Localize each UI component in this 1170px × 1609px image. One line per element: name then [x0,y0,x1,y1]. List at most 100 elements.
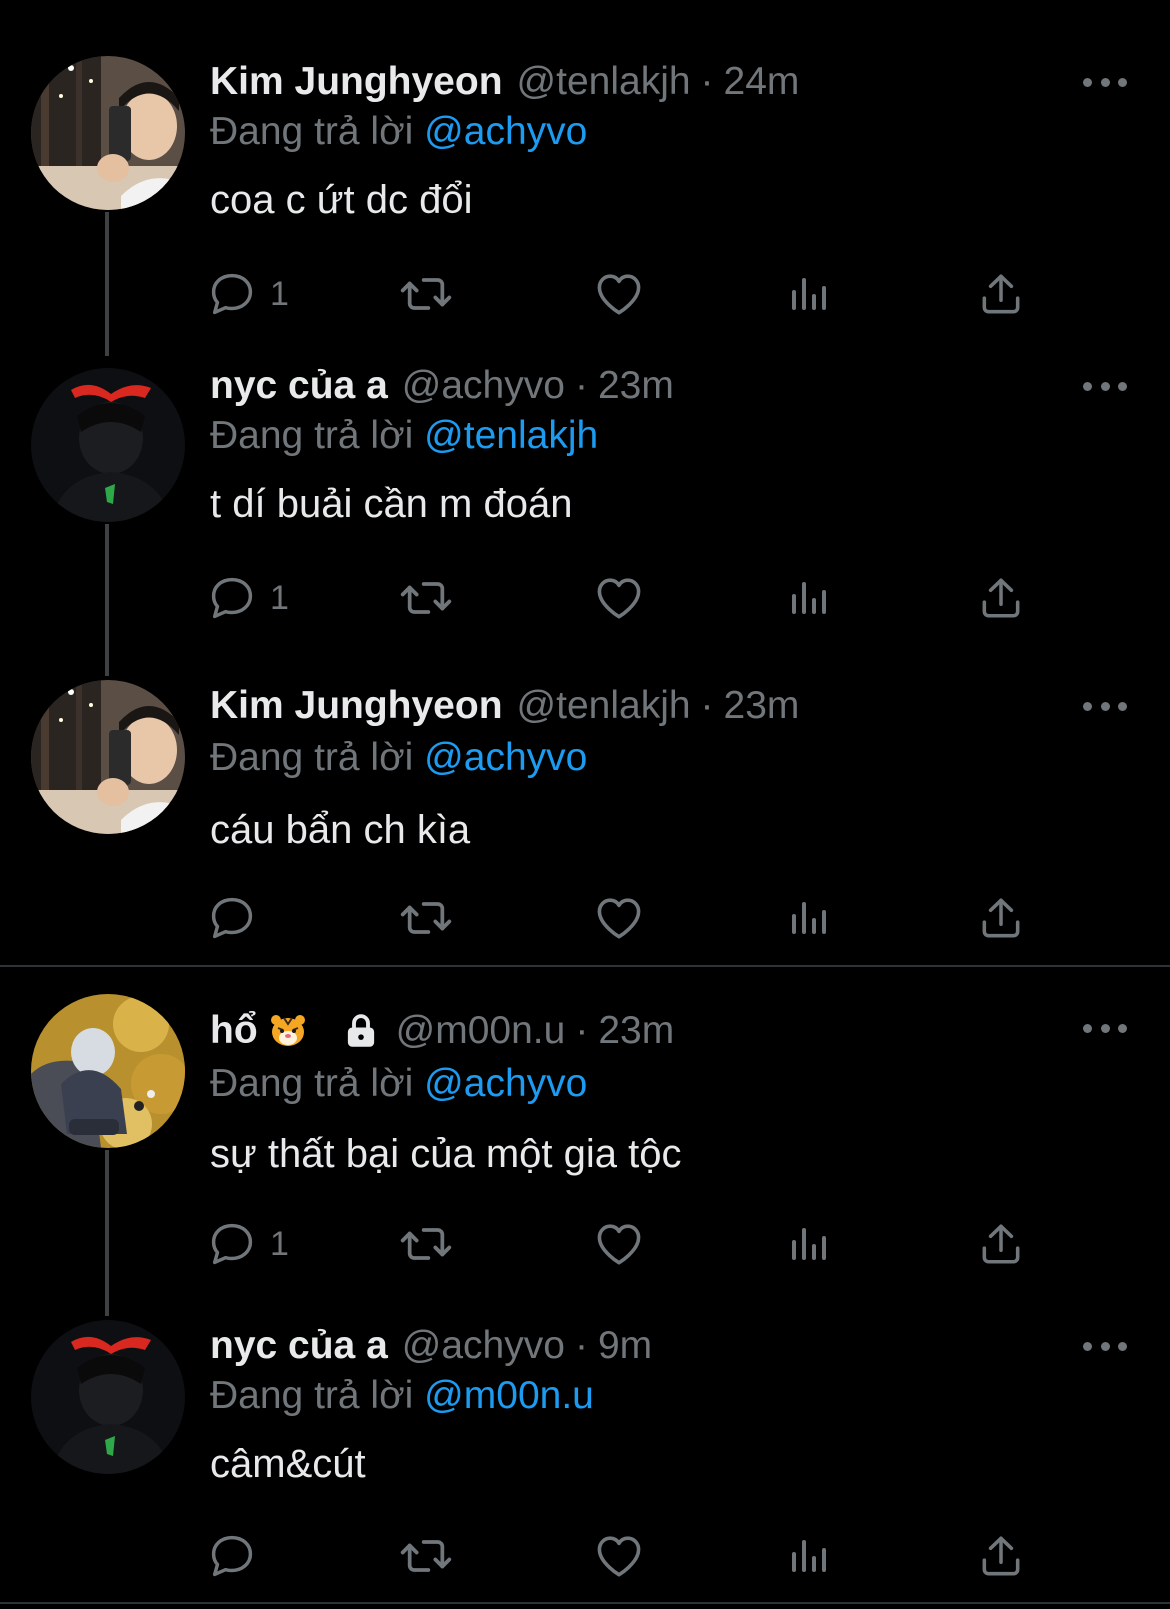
replying-to: Đang trả lời @achyvo [210,736,587,780]
replying-to-prefix: Đang trả lời [210,1062,414,1105]
views-icon [784,1530,832,1582]
thread-connector-line [105,1150,109,1316]
views-button[interactable] [784,266,832,322]
mention-link[interactable]: @achyvo [424,736,587,779]
more-options-icon[interactable] [1083,72,1127,92]
heart-icon [592,571,646,625]
avatar[interactable] [31,680,185,834]
avatar[interactable] [31,56,185,210]
share-icon [976,893,1026,943]
avatar[interactable] [31,368,185,522]
like-button[interactable] [592,570,646,626]
like-button[interactable] [592,1528,646,1584]
timestamp[interactable]: 23m [598,364,674,408]
reply-icon [206,1218,258,1270]
like-button[interactable] [592,266,646,322]
mention-link[interactable]: @m00n.u [424,1374,594,1417]
heart-icon [592,1217,646,1271]
timestamp[interactable]: 23m [724,684,800,728]
views-button[interactable] [784,1216,832,1272]
avatar[interactable] [31,1320,185,1474]
replying-to: Đang trả lời @tenlakjh [210,414,598,458]
display-name[interactable]: nyc của a [210,364,388,408]
like-button[interactable] [592,1216,646,1272]
action-bar: 1 [210,266,1040,322]
display-name[interactable]: Kim Junghyeon [210,60,503,104]
share-button[interactable] [976,266,1026,322]
retweet-button[interactable] [398,1216,454,1272]
display-name[interactable]: hổ [210,1009,258,1053]
heart-icon [592,891,646,945]
heart-icon [592,267,646,321]
share-button[interactable] [976,1528,1026,1584]
reply-button[interactable]: 1 [206,266,289,322]
retweet-button[interactable] [398,570,454,626]
views-button[interactable] [784,570,832,626]
user-handle[interactable]: @achyvo [402,1324,565,1368]
more-options-icon[interactable] [1083,376,1127,396]
share-icon [976,1219,1026,1269]
display-name[interactable]: Kim Junghyeon [210,684,503,728]
like-button[interactable] [592,890,646,946]
views-icon [784,892,832,944]
action-bar: 1 [210,570,1040,626]
more-options-icon[interactable] [1083,1336,1127,1356]
retweet-icon [398,266,454,322]
more-options-icon[interactable] [1083,696,1127,716]
display-name[interactable]: nyc của a [210,1324,388,1368]
replying-to: Đang trả lời @m00n.u [210,1374,594,1418]
retweet-icon [398,890,454,946]
timestamp[interactable]: 24m [724,60,800,104]
timestamp[interactable]: 23m [598,1009,674,1053]
retweet-icon [398,570,454,626]
mention-link[interactable]: @achyvo [424,1062,587,1105]
reply-count: 1 [270,578,289,617]
retweet-icon [398,1528,454,1584]
reply-button[interactable] [206,890,270,946]
action-bar [210,890,1040,946]
reply-button[interactable]: 1 [206,570,289,626]
replying-to-prefix: Đang trả lời [210,414,414,457]
views-button[interactable] [784,1528,832,1584]
reply-icon [206,572,258,624]
tiger-face-emoji-icon [270,1014,306,1048]
more-options-icon[interactable] [1083,1018,1127,1038]
thread-connector-line [105,524,109,676]
share-button[interactable] [976,570,1026,626]
user-handle[interactable]: @achyvo [402,364,565,408]
user-handle[interactable]: @m00n.u [396,1009,566,1053]
tweet-header: Kim Junghyeon @tenlakjh · 24m [210,54,799,110]
share-button[interactable] [976,1216,1026,1272]
user-handle[interactable]: @tenlakjh [517,684,691,728]
timestamp[interactable]: 9m [598,1324,652,1368]
separator-dot: · [700,684,714,727]
retweet-button[interactable] [398,266,454,322]
views-button[interactable] [784,890,832,946]
replying-to-prefix: Đang trả lời [210,110,414,153]
tweet-header: nyc của a @achyvo · 23m [210,358,674,414]
tweet-header: hổ @m00n.u · 23m [210,1003,674,1059]
views-icon [784,1218,832,1270]
mention-link[interactable]: @tenlakjh [424,414,598,457]
user-handle[interactable]: @tenlakjh [517,60,691,104]
reply-icon [206,268,258,320]
separator-dot: · [574,364,588,407]
views-icon [784,572,832,624]
heart-icon [592,1529,646,1583]
reply-count: 1 [270,274,289,313]
reply-button[interactable] [206,1528,270,1584]
reply-button[interactable]: 1 [206,1216,289,1272]
share-button[interactable] [976,890,1026,946]
reply-icon [206,1530,258,1582]
retweet-button[interactable] [398,890,454,946]
mention-link[interactable]: @achyvo [424,110,587,153]
avatar[interactable] [31,994,185,1148]
replying-to-prefix: Đang trả lời [210,736,414,779]
retweet-button[interactable] [398,1528,454,1584]
share-icon [976,1531,1026,1581]
action-bar: 1 [210,1216,1040,1272]
reply-count: 1 [270,1224,289,1263]
retweet-icon [398,1216,454,1272]
thread-connector-line [105,212,109,356]
views-icon [784,268,832,320]
